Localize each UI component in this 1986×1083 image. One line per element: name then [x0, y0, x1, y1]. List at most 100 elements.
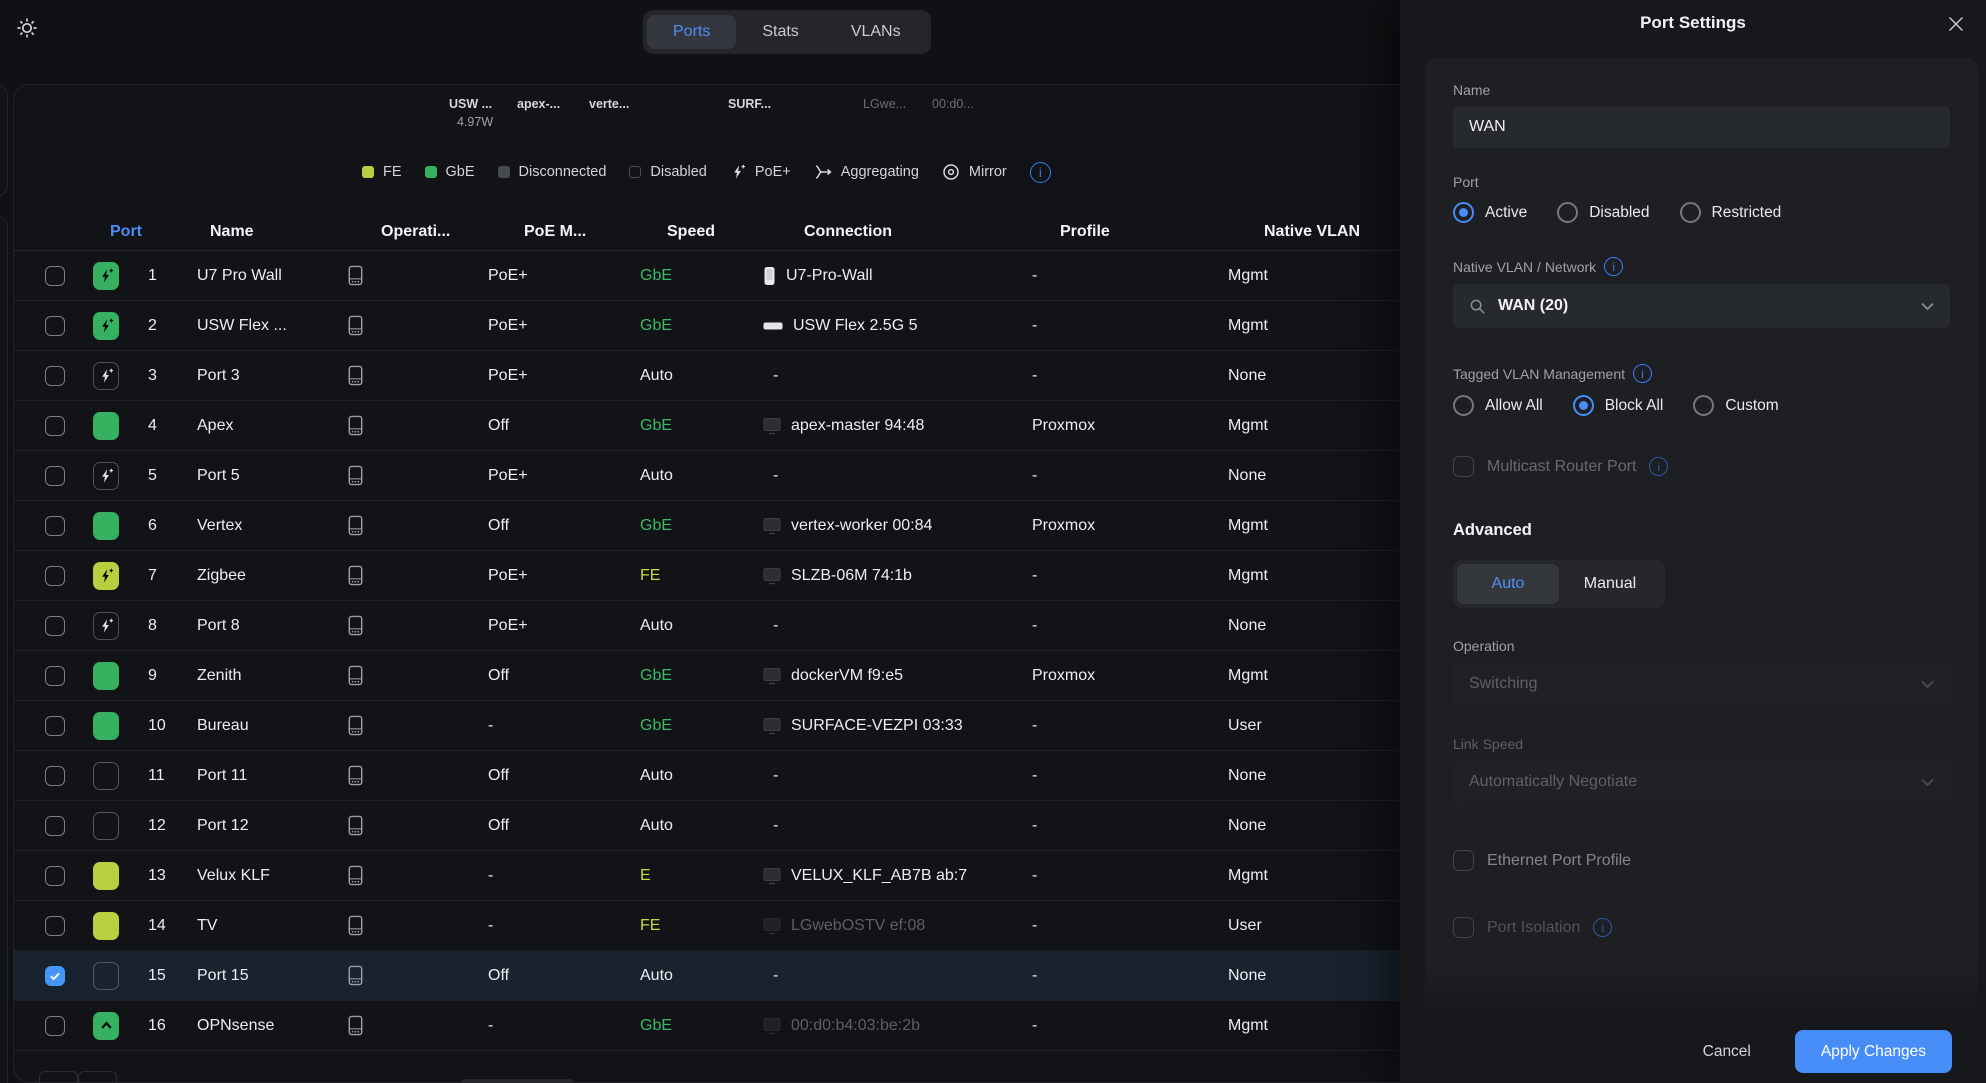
radio-active[interactable]: Active	[1453, 202, 1527, 223]
port-status-icon	[93, 1012, 119, 1040]
speed: E	[640, 867, 763, 885]
column-header-speed[interactable]: Speed	[640, 223, 763, 241]
connection-label: VELUX_KLF_AB7B ab:7	[791, 867, 967, 885]
search-icon	[1469, 298, 1486, 315]
connection: vertex-worker 00:84	[763, 517, 1032, 535]
mode-manual-button[interactable]: Manual	[1559, 564, 1661, 604]
row-checkbox[interactable]	[45, 516, 65, 536]
poe-mode: Off	[488, 767, 640, 785]
profile: -	[1032, 467, 1228, 485]
link-speed-select[interactable]: Automatically Negotiate	[1453, 760, 1950, 804]
row-checkbox[interactable]	[45, 966, 65, 986]
connection-device-icon	[763, 320, 783, 332]
column-header-profile[interactable]: Profile	[1032, 223, 1228, 241]
speed: Auto	[640, 467, 763, 485]
row-checkbox[interactable]	[45, 316, 65, 336]
info-icon[interactable]: i	[1030, 162, 1051, 183]
operation-device-icon	[345, 663, 488, 688]
connection-device-icon	[763, 917, 781, 935]
port-number: 12	[135, 817, 197, 835]
tab-stats[interactable]: Stats	[736, 15, 824, 49]
connection-label: -	[773, 467, 778, 485]
operation-device-icon	[345, 713, 488, 738]
apply-changes-button[interactable]: Apply Changes	[1795, 1030, 1952, 1073]
column-header-operati[interactable]: Operati...	[345, 223, 488, 241]
radio-label: Restricted	[1712, 204, 1782, 222]
poe-mode: PoE+	[488, 267, 640, 285]
info-icon[interactable]: i	[1633, 364, 1652, 383]
connection: VELUX_KLF_AB7B ab:7	[763, 867, 1032, 885]
speed: Auto	[640, 767, 763, 785]
row-checkbox[interactable]	[45, 666, 65, 686]
radio-disabled[interactable]: Disabled	[1557, 202, 1649, 223]
port-number: 15	[135, 967, 197, 985]
row-checkbox[interactable]	[45, 416, 65, 436]
column-header-name[interactable]: Name	[197, 223, 345, 241]
row-checkbox[interactable]	[45, 566, 65, 586]
row-checkbox[interactable]	[45, 366, 65, 386]
ethernet-port-profile-checkbox[interactable]: Ethernet Port Profile	[1453, 850, 1950, 871]
port-isolation-checkbox[interactable]: Port Isolation i	[1453, 917, 1950, 938]
row-checkbox[interactable]	[45, 616, 65, 636]
port-state-radio-group: Active Disabled Restricted	[1453, 202, 1950, 223]
connection-device-icon	[763, 517, 781, 535]
port-name: Apex	[197, 417, 345, 435]
row-checkbox[interactable]	[45, 916, 65, 936]
tagged-vlan-label: Tagged VLAN Management i	[1453, 364, 1950, 383]
row-checkbox[interactable]	[45, 716, 65, 736]
port-status-icon	[93, 562, 119, 590]
tab-ports[interactable]: Ports	[647, 15, 736, 49]
operation-select[interactable]: Switching	[1453, 662, 1950, 706]
cancel-button[interactable]: Cancel	[1703, 1043, 1751, 1061]
poe-icon	[730, 164, 746, 180]
advanced-mode-toggle: Auto Manual	[1453, 560, 1665, 608]
mode-auto-button[interactable]: Auto	[1457, 564, 1559, 604]
row-checkbox[interactable]	[45, 816, 65, 836]
radio-custom[interactable]: Custom	[1693, 395, 1778, 416]
info-icon[interactable]: i	[1593, 918, 1612, 937]
row-checkbox[interactable]	[45, 866, 65, 886]
native-vlan-select[interactable]: WAN (20)	[1453, 284, 1950, 328]
close-icon[interactable]	[1948, 16, 1964, 32]
radio-allow-all[interactable]: Allow All	[1453, 395, 1543, 416]
operation-value: Switching	[1469, 675, 1909, 693]
chevron-down-icon	[1921, 680, 1934, 689]
connection: -	[763, 467, 1032, 485]
row-checkbox[interactable]	[45, 1016, 65, 1036]
port-name-input[interactable]	[1453, 106, 1950, 148]
multicast-router-port-checkbox[interactable]: Multicast Router Port i	[1453, 456, 1950, 477]
column-header-connection[interactable]: Connection	[763, 223, 1032, 241]
port-status-icon	[93, 962, 119, 990]
speed: Auto	[640, 367, 763, 385]
radio-restricted[interactable]: Restricted	[1680, 202, 1782, 223]
port-number: 8	[135, 617, 197, 635]
tab-vlans[interactable]: VLANs	[825, 15, 927, 49]
settings-gear-icon[interactable]	[15, 16, 39, 40]
column-header-port[interactable]: Port	[93, 223, 197, 241]
connection-device-icon	[763, 1017, 781, 1035]
port-status-icon	[93, 762, 119, 790]
connected-device-label: USW ...	[449, 97, 492, 111]
panel-footer: Cancel Apply Changes	[1400, 1020, 1986, 1083]
port-number: 9	[135, 667, 197, 685]
info-icon[interactable]: i	[1604, 257, 1623, 276]
native-vlan-value: WAN (20)	[1498, 297, 1909, 315]
pagination-control[interactable]	[461, 1079, 574, 1083]
poe-mode: PoE+	[488, 617, 640, 635]
port-number: 5	[135, 467, 197, 485]
row-checkbox[interactable]	[45, 766, 65, 786]
chevron-down-icon	[1921, 302, 1934, 311]
poe-mode: -	[488, 717, 640, 735]
row-checkbox[interactable]	[45, 466, 65, 486]
column-header-poem[interactable]: PoE M...	[488, 223, 640, 241]
profile: -	[1032, 617, 1228, 635]
poe-mode: PoE+	[488, 367, 640, 385]
pagination-button[interactable]	[39, 1071, 78, 1083]
radio-block-all[interactable]: Block All	[1573, 395, 1664, 416]
legend-swatch	[629, 166, 641, 178]
info-icon[interactable]: i	[1649, 457, 1668, 476]
row-checkbox[interactable]	[45, 266, 65, 286]
pagination-button[interactable]	[78, 1071, 117, 1083]
legend-label: Disconnected	[519, 164, 607, 180]
port-status-icon	[93, 412, 119, 440]
